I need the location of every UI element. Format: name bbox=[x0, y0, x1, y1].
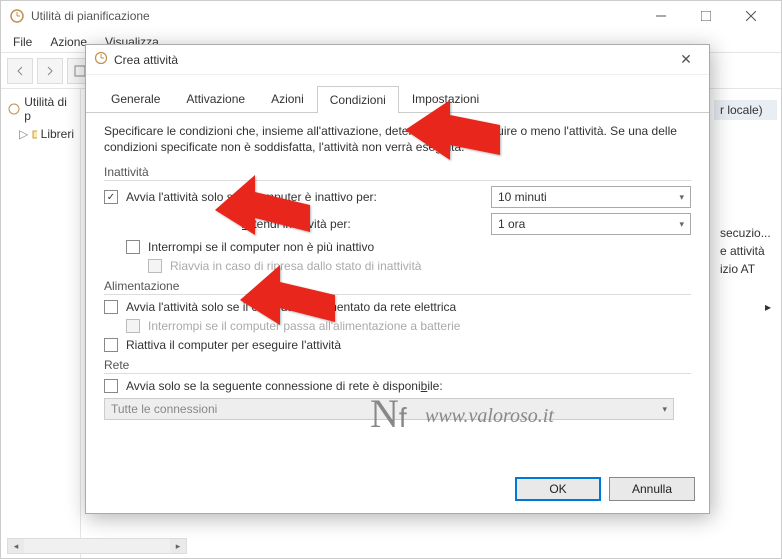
select-idle-time[interactable]: 10 minuti ▾ bbox=[491, 186, 691, 208]
actions-panel: r locale) secuzio... e attività izio AT … bbox=[709, 96, 781, 320]
group-rete: Rete bbox=[104, 358, 691, 374]
scroll-right-button[interactable]: ▸ bbox=[170, 539, 186, 553]
nav-root-label: Utilità di p bbox=[24, 95, 74, 123]
actions-item[interactable]: secuzio... bbox=[714, 224, 777, 242]
row-idle-start: ✓ Avvia l'attività solo se il computer è… bbox=[104, 186, 691, 208]
row-idle-resume: Riavvia in caso di ripresa dallo stato d… bbox=[104, 259, 691, 273]
clock-icon bbox=[94, 51, 108, 68]
tab-content-condizioni: Specificare le condizioni che, insieme a… bbox=[86, 113, 709, 435]
label-idle-start: Avvia l'attività solo se il computer è i… bbox=[126, 190, 377, 204]
nav-child-label: Libreri bbox=[41, 127, 74, 141]
tab-impostazioni[interactable]: Impostazioni bbox=[399, 85, 492, 112]
checkbox-idle-stop[interactable] bbox=[126, 240, 140, 254]
main-window-title: Utilità di pianificazione bbox=[31, 9, 638, 23]
checkbox-power-battery bbox=[126, 319, 140, 333]
expand-icon[interactable]: ▸ bbox=[714, 298, 777, 316]
checkbox-power-wake[interactable] bbox=[104, 338, 118, 352]
checkbox-net-start[interactable] bbox=[104, 379, 118, 393]
actions-header: r locale) bbox=[714, 100, 777, 120]
close-button[interactable] bbox=[728, 2, 773, 30]
checkbox-power-ac[interactable] bbox=[104, 300, 118, 314]
row-idle-stop: Interrompi se il computer non è più inat… bbox=[104, 240, 691, 254]
forward-button[interactable] bbox=[37, 58, 63, 84]
tabs: Generale Attivazione Azioni Condizioni I… bbox=[86, 75, 709, 113]
app-icon bbox=[9, 8, 25, 24]
tab-condizioni[interactable]: Condizioni bbox=[317, 86, 399, 113]
tab-attivazione[interactable]: Attivazione bbox=[173, 85, 258, 112]
group-alimentazione: Alimentazione bbox=[104, 279, 691, 295]
maximize-button[interactable] bbox=[683, 2, 728, 30]
ok-button[interactable]: OK bbox=[515, 477, 601, 501]
label-power-battery: Interrompi se il computer passa all'alim… bbox=[148, 319, 460, 333]
actions-item[interactable]: izio AT bbox=[714, 260, 777, 278]
group-inattivita: Inattività bbox=[104, 165, 691, 181]
select-idle-time-value: 10 minuti bbox=[498, 190, 547, 204]
main-titlebar: Utilità di pianificazione bbox=[1, 1, 781, 31]
back-button[interactable] bbox=[7, 58, 33, 84]
row-power-wake: Riattiva il computer per eseguire l'atti… bbox=[104, 338, 691, 352]
chevron-down-icon: ▾ bbox=[679, 192, 684, 203]
select-idle-wait[interactable]: 1 ora ▾ bbox=[491, 213, 691, 235]
watermark-text: www.valoroso.it bbox=[425, 405, 554, 428]
chevron-down-icon: ▾ bbox=[662, 404, 667, 415]
actions-item[interactable]: e attività bbox=[714, 242, 777, 260]
create-task-dialog: Crea attività ✕ Generale Attivazione Azi… bbox=[85, 44, 710, 514]
nav-panel: Utilità di p ▷ Libreri bbox=[1, 89, 81, 558]
select-idle-wait-value: 1 ora bbox=[498, 217, 525, 231]
label-power-wake: Riattiva il computer per eseguire l'atti… bbox=[126, 338, 341, 352]
chevron-down-icon: ▾ bbox=[679, 219, 684, 230]
row-power-battery: Interrompi se il computer passa all'alim… bbox=[104, 319, 691, 333]
menu-file[interactable]: File bbox=[5, 33, 40, 51]
conditions-description: Specificare le condizioni che, insieme a… bbox=[104, 123, 691, 155]
dialog-close-button[interactable]: ✕ bbox=[671, 45, 701, 75]
cancel-button[interactable]: Annulla bbox=[609, 477, 695, 501]
watermark-logo: Nf bbox=[370, 390, 407, 437]
dialog-buttons: OK Annulla bbox=[515, 477, 695, 501]
horizontal-scrollbar[interactable]: ◂ ▸ bbox=[7, 538, 187, 554]
label-idle-resume: Riavvia in caso di ripresa dallo stato d… bbox=[170, 259, 421, 273]
dialog-title: Crea attività bbox=[114, 53, 671, 67]
label-power-ac: Avvia l'attività solo se il computer è a… bbox=[126, 300, 456, 314]
label-idle-wait: Attendi inattività per: bbox=[242, 217, 351, 231]
row-power-ac: Avvia l'attività solo se il computer è a… bbox=[104, 300, 691, 314]
select-network-value: Tutte le connessioni bbox=[111, 402, 217, 416]
row-idle-wait: Attendi inattività per: 1 ora ▾ bbox=[104, 213, 691, 235]
dialog-titlebar: Crea attività ✕ bbox=[86, 45, 709, 75]
scroll-left-button[interactable]: ◂ bbox=[8, 539, 24, 553]
nav-child[interactable]: ▷ Libreri bbox=[5, 125, 76, 143]
label-idle-stop: Interrompi se il computer non è più inat… bbox=[148, 240, 374, 254]
tab-generale[interactable]: Generale bbox=[98, 85, 173, 112]
minimize-button[interactable] bbox=[638, 2, 683, 30]
window-controls bbox=[638, 2, 773, 30]
tab-azioni[interactable]: Azioni bbox=[258, 85, 317, 112]
checkbox-idle-resume bbox=[148, 259, 162, 273]
checkbox-idle-start[interactable]: ✓ bbox=[104, 190, 118, 204]
nav-root[interactable]: Utilità di p bbox=[5, 93, 76, 125]
